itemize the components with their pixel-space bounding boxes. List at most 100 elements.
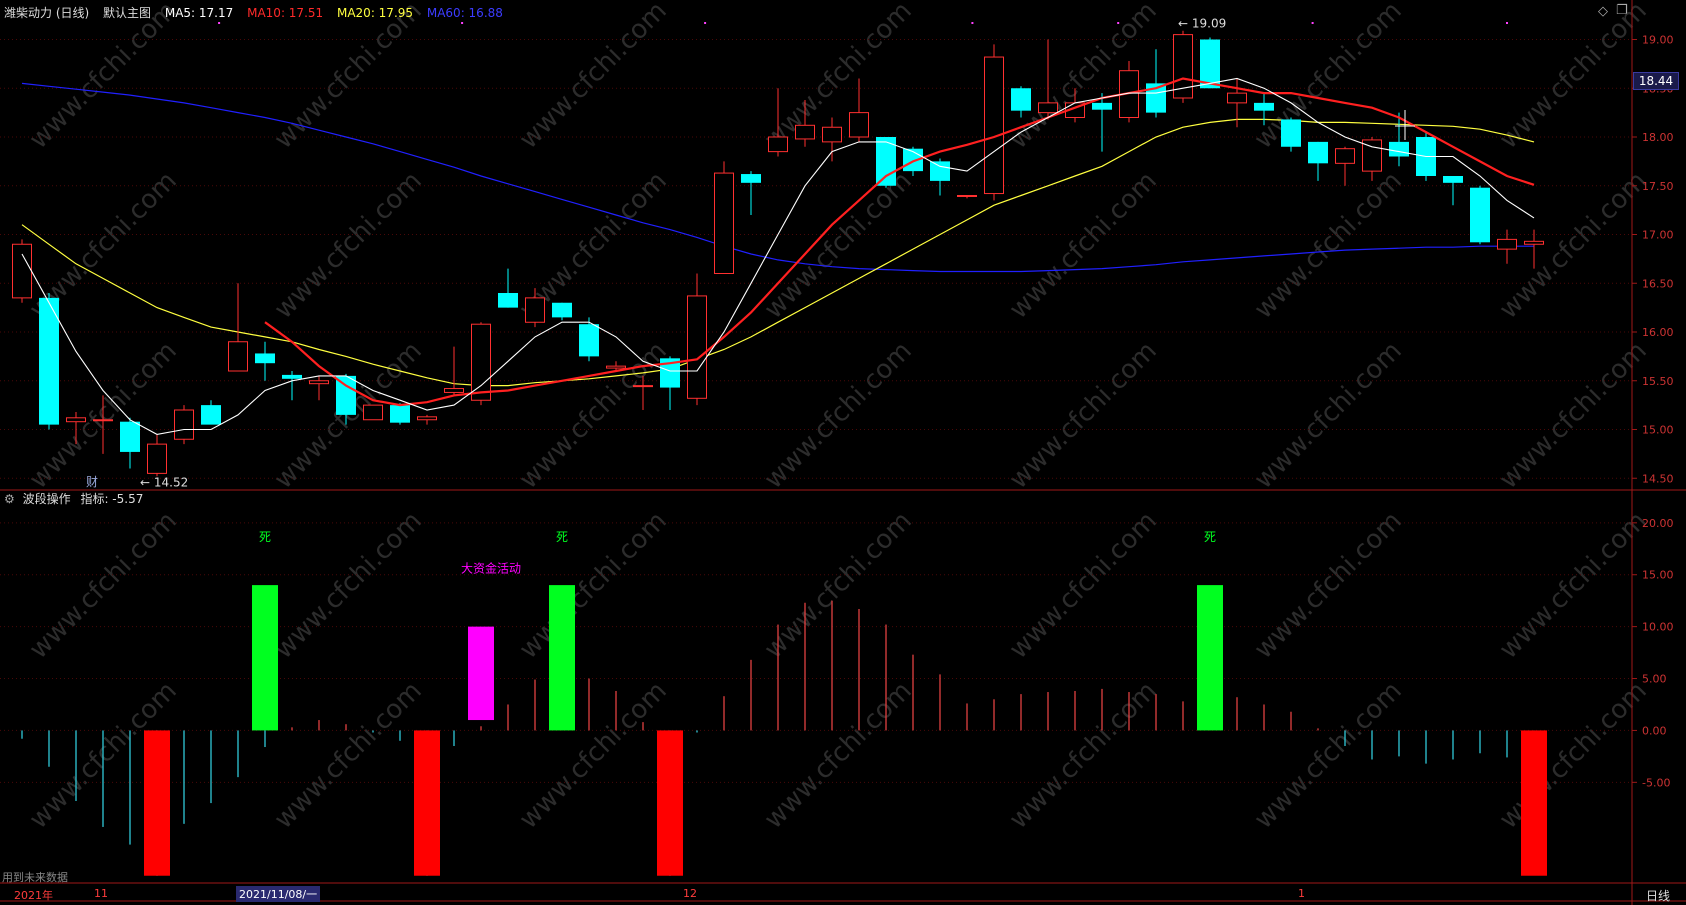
candle-body-up bbox=[714, 172, 734, 274]
candle-body-down bbox=[201, 405, 221, 425]
marker-dot bbox=[971, 22, 974, 24]
watermark-text: www.cfchi.com bbox=[269, 0, 428, 155]
indicator-tick-label: 10.00 bbox=[1642, 621, 1674, 634]
candle-body-up bbox=[957, 195, 977, 197]
watermark-text: www.cfchi.com bbox=[759, 676, 918, 835]
month-1-label: 1 bbox=[1298, 887, 1305, 900]
marker-dot bbox=[704, 22, 707, 24]
candle-body-up bbox=[795, 124, 815, 140]
candle-body-down bbox=[1200, 39, 1220, 89]
candle-body-up bbox=[1497, 238, 1517, 250]
ma5-value: MA5: 17.17 bbox=[164, 6, 234, 20]
signal-label: 死 bbox=[259, 530, 271, 544]
watermark-text: www.cfchi.com bbox=[759, 166, 918, 325]
ma20-value: MA20: 17.95 bbox=[336, 6, 414, 20]
watermark-text: www.cfchi.com bbox=[269, 676, 428, 835]
indicator-tick-label: 20.00 bbox=[1642, 517, 1674, 530]
price-tick-label: 16.00 bbox=[1642, 326, 1674, 339]
candle-body-down bbox=[498, 293, 518, 308]
watermark-text: www.cfchi.com bbox=[1249, 336, 1408, 495]
current-price-tag: 18.44 bbox=[1633, 72, 1679, 90]
candle-body-up bbox=[417, 416, 437, 421]
candle-body-down bbox=[1011, 88, 1031, 111]
stock-title[interactable]: 潍柴动力 (日线) bbox=[4, 6, 89, 20]
marker-dot bbox=[461, 22, 464, 24]
candle-body-down bbox=[1443, 176, 1463, 183]
watermark-text: www.cfchi.com bbox=[1494, 0, 1653, 155]
signal-block-magenta bbox=[468, 626, 494, 721]
indicator-value: 指标: -5.57 bbox=[80, 492, 144, 506]
watermark-text: www.cfchi.com bbox=[1249, 166, 1408, 325]
marker-dot bbox=[1311, 22, 1314, 24]
signal-block-red bbox=[144, 730, 170, 876]
watermark-text: www.cfchi.com bbox=[24, 506, 183, 665]
indicator-tick-label: 5.00 bbox=[1642, 673, 1667, 686]
candle-body-up bbox=[984, 56, 1004, 195]
diamond-icon[interactable]: ◇ bbox=[1598, 4, 1608, 19]
price-tick-label: 17.50 bbox=[1642, 180, 1674, 193]
watermark-text: www.cfchi.com bbox=[1494, 506, 1653, 665]
watermark-text: www.cfchi.com bbox=[1249, 0, 1408, 155]
future-data-note: 用到未来数据 bbox=[2, 871, 68, 884]
marker-dot bbox=[218, 22, 221, 24]
indicator-tick-label: 15.00 bbox=[1642, 569, 1674, 582]
indicator-tick-label: -5.00 bbox=[1642, 776, 1670, 789]
candle-body-up bbox=[633, 385, 653, 388]
price-tick-label: 17.00 bbox=[1642, 229, 1674, 242]
candle-body-down bbox=[930, 161, 950, 181]
month-11-label: 11 bbox=[94, 887, 108, 900]
ma60-value: MA60: 16.88 bbox=[426, 6, 503, 20]
candle-body-up bbox=[1335, 148, 1355, 164]
candle-body-up bbox=[309, 380, 329, 385]
ma10-value: MA10: 17.51 bbox=[247, 6, 324, 20]
watermark-text: www.cfchi.com bbox=[759, 506, 918, 665]
candle-body-down bbox=[1389, 141, 1409, 157]
candle-body-up bbox=[66, 417, 86, 423]
watermark-text: www.cfchi.com bbox=[1494, 166, 1653, 325]
candle-body-up bbox=[174, 409, 194, 440]
candle-body-down bbox=[1308, 141, 1328, 164]
candle-body-up bbox=[12, 243, 32, 299]
signal-block-red bbox=[657, 730, 683, 876]
watermark-text: www.cfchi.com bbox=[1249, 676, 1408, 835]
signal-label: 大资金活动 bbox=[461, 561, 521, 576]
chart-header: 潍柴动力 (日线) 默认主图 MA5: 17.17 MA10: 17.51 MA… bbox=[4, 4, 513, 21]
watermark-text: www.cfchi.com bbox=[24, 0, 183, 155]
price-axis: 19.0018.5018.0017.5017.0016.5016.0015.50… bbox=[1632, 34, 1674, 789]
candle-body-up bbox=[228, 341, 248, 372]
chart-canvas[interactable]: www.cfchi.com www.cfchi.com www.cfchi.com w… bbox=[0, 0, 1686, 905]
candle-body-up bbox=[525, 297, 545, 323]
candle-body-down bbox=[1254, 102, 1274, 111]
candle-body-up bbox=[93, 419, 113, 422]
watermark-text: www.cfchi.com bbox=[514, 506, 673, 665]
period-button[interactable]: 日线 bbox=[1646, 887, 1670, 904]
watermark-text: www.cfchi.com bbox=[1004, 336, 1163, 495]
watermark-text: www.cfchi.com bbox=[1249, 506, 1408, 665]
candle-body-down bbox=[1470, 187, 1490, 243]
signal-label: 死 bbox=[1204, 530, 1216, 544]
template-name[interactable]: 默认主图 bbox=[103, 6, 151, 20]
high-price-label: ← 19.09 bbox=[1178, 17, 1226, 31]
indicator-name[interactable]: 波段操作 bbox=[23, 492, 71, 506]
indicator-settings-icon[interactable]: ⚙ bbox=[4, 492, 15, 506]
watermark-text: www.cfchi.com bbox=[269, 506, 428, 665]
candle-body-up bbox=[768, 136, 788, 153]
indicator-header: ⚙ 波段操作 指标: -5.57 bbox=[4, 490, 153, 507]
candle-body-down bbox=[39, 297, 59, 425]
watermark-text: www.cfchi.com bbox=[1004, 506, 1163, 665]
candle-body-up bbox=[606, 365, 626, 369]
signal-block-red bbox=[414, 730, 440, 876]
window-restore-icon[interactable]: ❐ bbox=[1616, 3, 1628, 18]
candle-body-up bbox=[1524, 240, 1544, 245]
cai-label: 财 bbox=[86, 475, 98, 489]
month-12-label: 12 bbox=[683, 887, 697, 900]
price-tick-label: 15.50 bbox=[1642, 375, 1674, 388]
watermark-text: www.cfchi.com bbox=[514, 336, 673, 495]
candle-body-up bbox=[363, 404, 383, 421]
price-tick-label: 18.00 bbox=[1642, 131, 1674, 144]
signal-block-red bbox=[1521, 730, 1547, 876]
signal-block-green bbox=[252, 585, 278, 731]
price-tick-label: 16.50 bbox=[1642, 277, 1674, 290]
watermark-text: www.cfchi.com bbox=[514, 0, 673, 155]
price-tick-label: 19.00 bbox=[1642, 34, 1674, 47]
